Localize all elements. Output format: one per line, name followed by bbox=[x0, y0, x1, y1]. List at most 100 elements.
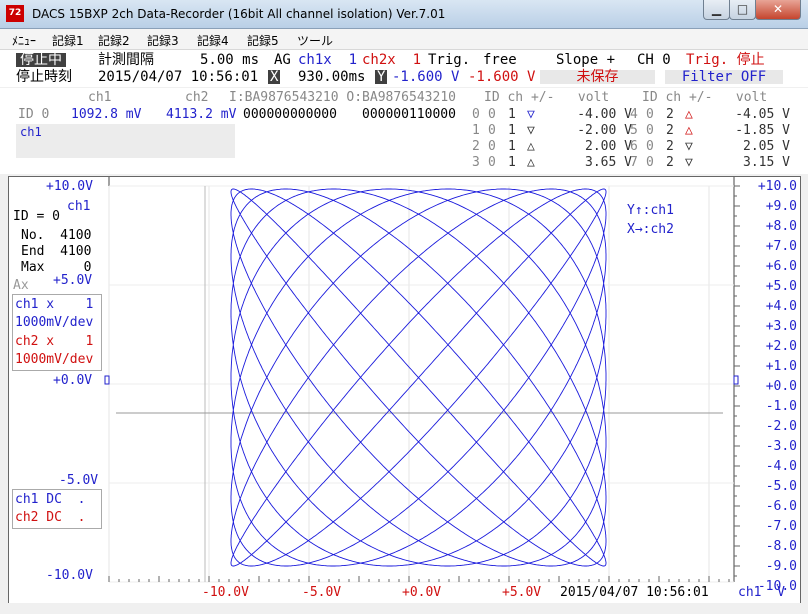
left-alarm-volt: -2.00 V bbox=[577, 123, 632, 138]
zero-marker-left bbox=[104, 375, 110, 385]
menu-record-4[interactable]: 記録4 bbox=[197, 32, 229, 49]
y-mid-label: +5.0V bbox=[53, 273, 93, 288]
title-bar[interactable]: 72 DACS 15BXP 2ch Data-Recorder (16bit A… bbox=[0, 0, 808, 29]
left-alarm-id: 3 bbox=[472, 155, 480, 170]
window-title: DACS 15BXP 2ch Data-Recorder (16bit All … bbox=[32, 7, 446, 21]
menu-main[interactable]: ﾒﾆｭｰ bbox=[12, 32, 36, 49]
interval-value[interactable]: 5.00 ms bbox=[200, 53, 259, 67]
right-alarm-volt: -1.85 V bbox=[735, 123, 790, 138]
ch1-division: 1000mV/dev bbox=[15, 315, 94, 330]
right-alarm-volt: -4.05 V bbox=[735, 107, 790, 122]
left-alarm-n: 1 bbox=[508, 107, 516, 122]
ch2-value: 4113.2 mV bbox=[166, 107, 237, 122]
channel-tag: ch1 bbox=[20, 125, 42, 139]
ag-label: AG bbox=[274, 52, 291, 68]
right-alarm-sym[interactable]: ▽ bbox=[685, 156, 693, 169]
right-alarm-ch: 0 bbox=[646, 123, 654, 138]
maximize-button[interactable]: □ bbox=[729, 0, 756, 20]
save-status[interactable]: 未保存 bbox=[540, 70, 655, 84]
x-tick-pos5: +5.0V bbox=[502, 585, 542, 600]
right-channel-unit: ch1 V bbox=[738, 585, 785, 600]
y-top-label: +10.0V bbox=[46, 179, 93, 194]
header-ch2: ch2 bbox=[185, 90, 209, 105]
legend-x: X→:ch2 bbox=[627, 222, 674, 237]
y-cursor-ch2: -1.600 V bbox=[468, 69, 536, 85]
close-button[interactable]: ✕ bbox=[755, 0, 801, 20]
trigger-state[interactable]: Trig. 停止 bbox=[686, 53, 765, 67]
right-tick-label: +3.0 bbox=[765, 319, 797, 334]
menu-bar: ﾒﾆｭｰ 記録1 記録2 記録3 記録4 記録5 ツール bbox=[0, 29, 808, 50]
ch2-division: 1000mV/dev bbox=[15, 352, 94, 367]
right-tick-label: -7.0 bbox=[765, 519, 797, 534]
right-tick-label: +7.0 bbox=[765, 239, 797, 254]
right-alarm-id: 5 bbox=[630, 123, 638, 138]
trig-mode[interactable]: free bbox=[483, 53, 517, 67]
filter-status[interactable]: Filter OFF bbox=[665, 70, 783, 84]
graph-panel[interactable]: +10.0V ch1 ID = 0 No. 4100 End 4100 Max … bbox=[8, 176, 801, 604]
right-alarm-ch: 0 bbox=[646, 139, 654, 154]
end-display: End 4100 bbox=[21, 244, 92, 259]
left-alarm-volt: 2.00 V bbox=[585, 139, 632, 154]
ch2-coupling: ch2 DC . bbox=[15, 510, 86, 525]
left-alarm-id: 1 bbox=[472, 123, 480, 138]
right-alarm-ch: 0 bbox=[646, 155, 654, 170]
right-tick-label: -4.0 bbox=[765, 459, 797, 474]
ch1-scale: ch1 x 1 bbox=[15, 297, 94, 312]
right-tick-label: -2.0 bbox=[765, 419, 797, 434]
left-alarm-sym[interactable]: △ bbox=[527, 140, 535, 153]
menu-tools[interactable]: ツール bbox=[297, 32, 333, 49]
left-alarm-sym[interactable]: △ bbox=[527, 156, 535, 169]
ch1-gain[interactable]: ch1x 1 bbox=[298, 53, 357, 67]
horizontal-scrollbar[interactable] bbox=[0, 603, 808, 614]
y-zero-label: +0.0V bbox=[53, 373, 93, 388]
right-alarm-sym[interactable]: △ bbox=[685, 108, 693, 121]
right-alarm-id: 4 bbox=[630, 107, 638, 122]
left-alarm-id: 2 bbox=[472, 139, 480, 154]
y-cursor-label: Y bbox=[375, 69, 388, 85]
menu-record-3[interactable]: 記録3 bbox=[147, 32, 179, 49]
id-display: ID = 0 bbox=[13, 209, 60, 224]
right-tick-label: +2.0 bbox=[765, 339, 797, 354]
channel-tag-box[interactable]: ch1 bbox=[16, 124, 235, 158]
menu-record-1[interactable]: 記録1 bbox=[52, 32, 84, 49]
menu-record-5[interactable]: 記録5 bbox=[247, 32, 279, 49]
left-alarm-sym[interactable]: ▽ bbox=[527, 124, 535, 137]
slope-value[interactable]: Slope + bbox=[556, 53, 615, 67]
left-alarm-ch: 0 bbox=[488, 139, 496, 154]
left-alarm-sym[interactable]: ▽ bbox=[527, 108, 535, 121]
left-alarm-volt: 3.65 V bbox=[585, 155, 632, 170]
coupling-box[interactable]: ch1 DC . ch2 DC . bbox=[12, 489, 102, 529]
lissajous-trace bbox=[230, 188, 607, 567]
trigger-channel[interactable]: CH 0 bbox=[637, 53, 671, 67]
zero-marker-right bbox=[733, 375, 739, 385]
right-alarm-volt: 2.05 V bbox=[743, 139, 790, 154]
left-alarm-ch: 0 bbox=[488, 107, 496, 122]
right-tick-label: -8.0 bbox=[765, 539, 797, 554]
right-alarm-n: 2 bbox=[666, 155, 674, 170]
right-tick-label: -9.0 bbox=[765, 559, 797, 574]
x-tick-zero: +0.0V bbox=[402, 585, 442, 600]
xy-plot[interactable] bbox=[9, 177, 800, 603]
state-label: 停止中 bbox=[16, 53, 66, 67]
minimize-button[interactable]: ▁ bbox=[703, 0, 730, 20]
right-tick-label: +6.0 bbox=[765, 259, 797, 274]
right-tick-label: +9.0 bbox=[765, 199, 797, 214]
ch2-gain[interactable]: ch2x 1 bbox=[362, 53, 421, 67]
status-panel: 停止中 計測間隔 5.00 ms AG ch1x 1 ch2x 1 Trig. … bbox=[0, 50, 808, 87]
right-tick-label: +1.0 bbox=[765, 359, 797, 374]
ch1-coupling: ch1 DC . bbox=[15, 492, 86, 507]
left-alarm-n: 1 bbox=[508, 155, 516, 170]
stop-time: 2015/04/07 10:56:01 bbox=[98, 69, 259, 85]
right-tick-label: +10.0 bbox=[757, 179, 797, 194]
scale-box[interactable]: ch1 x 1 1000mV/dev ch2 x 1 1000mV/dev bbox=[12, 294, 102, 371]
right-alarm-sym[interactable]: △ bbox=[685, 124, 693, 137]
menu-record-2[interactable]: 記録2 bbox=[98, 32, 130, 49]
stop-time-label: 停止時刻 bbox=[16, 69, 72, 85]
right-tick-label: +8.0 bbox=[765, 219, 797, 234]
ch2-scale: ch2 x 1 bbox=[15, 334, 94, 349]
left-alarm-n: 1 bbox=[508, 139, 516, 154]
graph-timestamp: 2015/04/07 10:56:01 bbox=[560, 585, 709, 600]
y-channel-label: ch1 bbox=[67, 199, 91, 214]
right-alarm-sym[interactable]: ▽ bbox=[685, 140, 693, 153]
output-bits: 000000110000 bbox=[362, 107, 456, 122]
